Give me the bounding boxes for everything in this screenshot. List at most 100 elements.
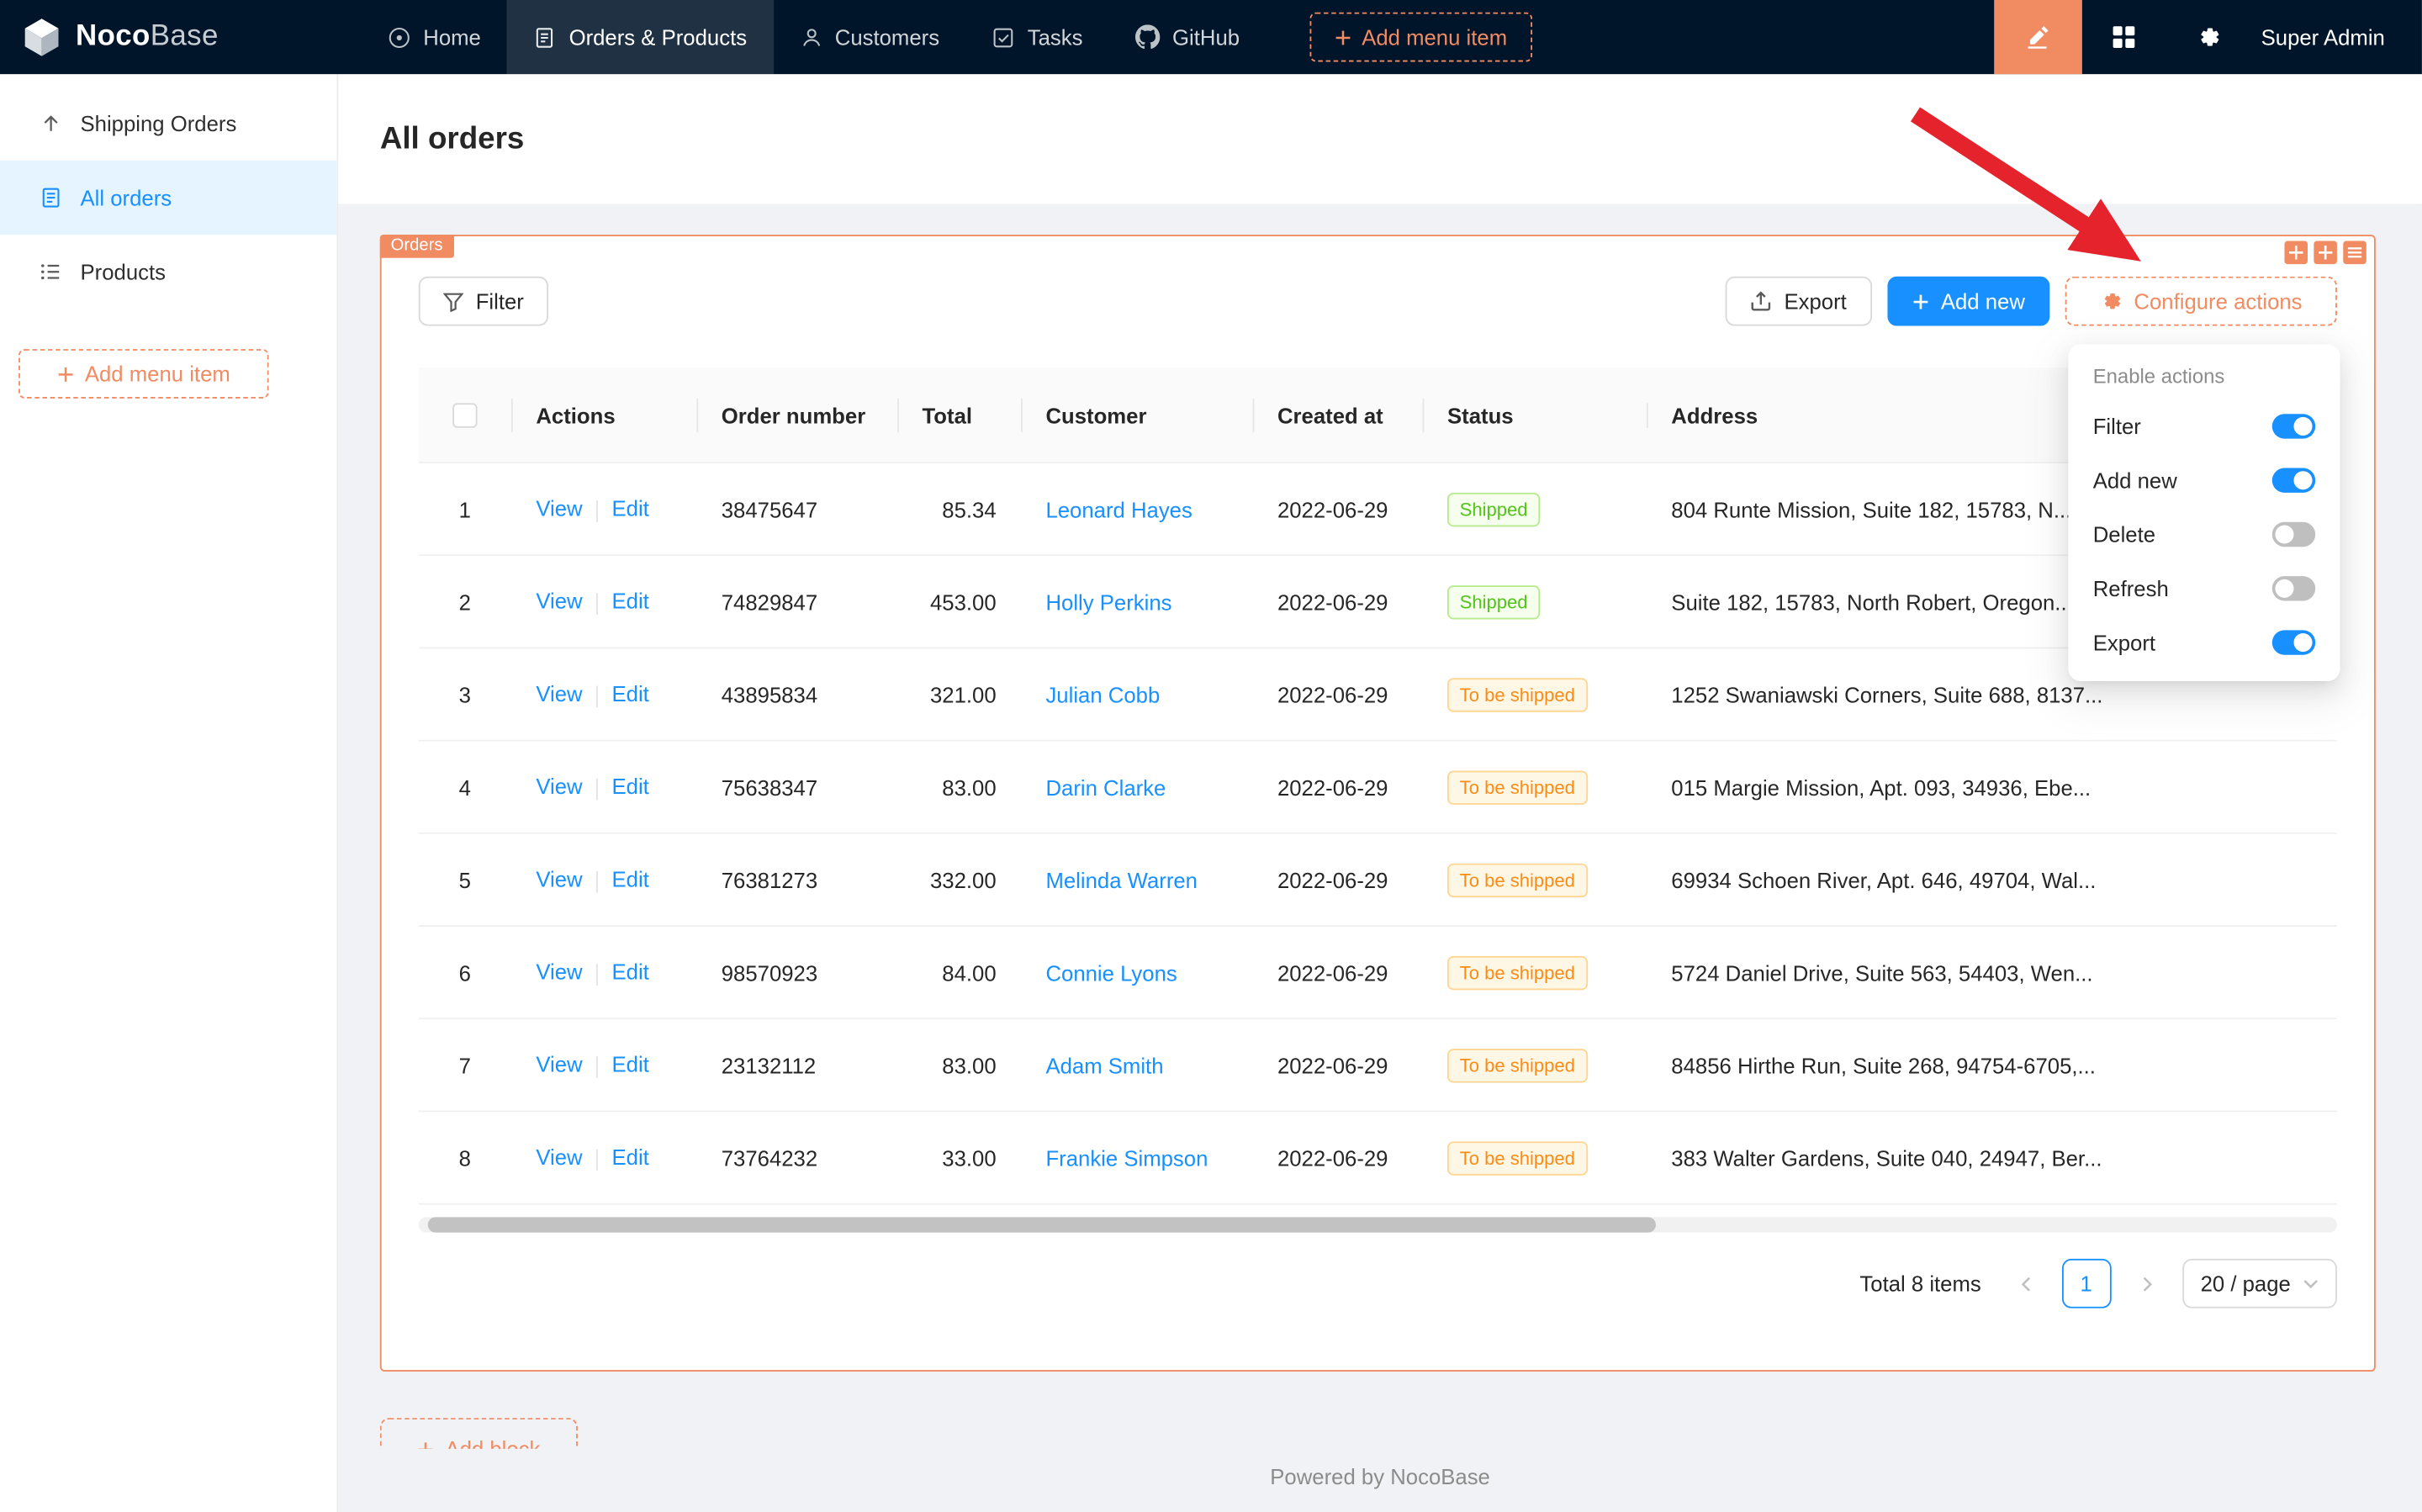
column-header-total: Total — [897, 402, 1021, 426]
column-header-created-at: Created at — [1253, 402, 1423, 426]
menu-item-label: Delete — [2093, 521, 2155, 546]
sidebar-item-shipping-orders[interactable]: Shipping Orders — [0, 87, 336, 161]
total-cell: 85.34 — [897, 496, 1021, 521]
view-link[interactable]: View — [536, 496, 582, 521]
arrow-up-icon — [40, 113, 62, 135]
plugin-manager-button[interactable] — [2082, 0, 2167, 74]
toggle-switch[interactable] — [2272, 413, 2315, 437]
previous-page-button[interactable] — [2002, 1261, 2049, 1307]
nav-item-tasks[interactable]: Tasks — [965, 0, 1108, 74]
customer-link[interactable]: Adam Smith — [1045, 1053, 1163, 1077]
edit-link[interactable]: Edit — [612, 496, 649, 521]
customer-link[interactable]: Frankie Simpson — [1045, 1145, 1208, 1170]
filter-button[interactable]: Filter — [419, 277, 549, 326]
file-icon — [40, 187, 62, 209]
action-divider — [596, 778, 598, 800]
action-divider — [596, 1056, 598, 1078]
ui-editor-button[interactable] — [1994, 0, 2082, 74]
block-menu-icon[interactable] — [2343, 241, 2366, 265]
toggle-switch[interactable] — [2272, 629, 2315, 653]
page-size-select[interactable]: 20 / page — [2182, 1259, 2337, 1308]
export-icon — [1750, 290, 1772, 312]
row-actions-cell: View Edit — [511, 867, 696, 892]
view-link[interactable]: View — [536, 960, 582, 984]
customer-link[interactable]: Connie Lyons — [1045, 960, 1177, 985]
edit-link[interactable]: Edit — [612, 589, 649, 613]
address-cell: 383 Walter Gardens, Suite 040, 24947, Be… — [1647, 1145, 2337, 1170]
customer-link[interactable]: Holly Perkins — [1045, 589, 1171, 614]
add-block-button[interactable]: Add block — [380, 1418, 578, 1449]
edit-link[interactable]: Edit — [612, 1145, 649, 1170]
toggle-switch[interactable] — [2272, 575, 2315, 600]
table-row: 7 ViewEdit 23132112 83.00 Adam Smith 202… — [419, 1019, 2337, 1112]
view-link[interactable]: View — [536, 682, 582, 706]
customer-cell: Julian Cobb — [1021, 682, 1253, 706]
view-link[interactable]: View — [536, 589, 582, 613]
order-number-cell: 76381273 — [696, 867, 897, 891]
total-cell: 453.00 — [897, 589, 1021, 614]
configure-actions-button[interactable]: Configure actions — [2065, 277, 2337, 326]
customer-link[interactable]: Leonard Hayes — [1045, 496, 1192, 521]
customer-link[interactable]: Darin Clarke — [1045, 775, 1166, 799]
nav-item-orders-products[interactable]: Orders & Products — [507, 0, 773, 74]
add-menu-item-label: Add menu item — [85, 362, 230, 386]
status-badge: To be shipped — [1447, 677, 1588, 711]
row-index: 1 — [419, 496, 511, 521]
page-number-button[interactable]: 1 — [2061, 1259, 2111, 1308]
order-number-cell: 38475647 — [696, 496, 897, 521]
edit-link[interactable]: Edit — [612, 682, 649, 706]
nav-item-customers[interactable]: Customers — [773, 0, 965, 74]
edit-link[interactable]: Edit — [612, 867, 649, 891]
view-link[interactable]: View — [536, 1052, 582, 1076]
add-menu-item-button-sidebar[interactable]: Add menu item — [19, 349, 269, 399]
sidebar-item-products[interactable]: Products — [0, 235, 336, 309]
page-size-value: 20 / page — [2201, 1271, 2291, 1296]
table-row: 8 ViewEdit 73764232 33.00 Frankie Simpso… — [419, 1112, 2337, 1204]
scrollbar-thumb[interactable] — [428, 1217, 1656, 1232]
configure-menu-item[interactable]: Export — [2075, 615, 2335, 669]
next-page-button[interactable] — [2123, 1261, 2170, 1307]
settings-button[interactable] — [2167, 0, 2252, 74]
nav-item-github[interactable]: GitHub — [1109, 0, 1267, 74]
toggle-switch[interactable] — [2272, 468, 2315, 492]
select-all-checkbox[interactable] — [452, 402, 477, 426]
add-menu-item-button-navbar[interactable]: Add menu item — [1309, 13, 1532, 62]
edit-link[interactable]: Edit — [612, 960, 649, 984]
order-number-cell: 75638347 — [696, 775, 897, 799]
sidebar-item-all-orders[interactable]: All orders — [0, 161, 336, 235]
configure-menu-item[interactable]: Add new — [2075, 452, 2335, 506]
toggle-switch[interactable] — [2272, 521, 2315, 546]
configure-menu-item[interactable]: Refresh — [2075, 561, 2335, 615]
add-new-button[interactable]: Add new — [1887, 277, 2050, 326]
address-cell: 69934 Schoen River, Apt. 646, 49704, Wal… — [1647, 867, 2337, 891]
block-collection-tag: Orders — [380, 235, 453, 258]
table-body: 1 ViewEdit 38475647 85.34 Leonard Hayes … — [419, 463, 2337, 1205]
edit-link[interactable]: Edit — [612, 775, 649, 799]
user-menu[interactable]: Super Admin — [2252, 24, 2422, 49]
order-number-cell: 73764232 — [696, 1145, 897, 1170]
brand[interactable]: NocoBase — [0, 17, 340, 57]
status-badge: To be shipped — [1447, 770, 1588, 804]
customer-link[interactable]: Julian Cobb — [1045, 682, 1160, 706]
export-button[interactable]: Export — [1726, 277, 1872, 326]
add-action-icon[interactable] — [2314, 241, 2337, 265]
pagination: Total 8 items 1 20 / page — [382, 1259, 2374, 1308]
orders-table-block: Orders Filter Export — [380, 235, 2376, 1372]
customer-cell: Adam Smith — [1021, 1053, 1253, 1077]
created-at-cell: 2022-06-29 — [1253, 682, 1423, 706]
view-link[interactable]: View — [536, 867, 582, 891]
edit-link[interactable]: Edit — [612, 1052, 649, 1076]
gear-icon — [2197, 24, 2221, 49]
block-designer-toolbar — [2284, 241, 2366, 265]
funnel-icon — [443, 291, 463, 311]
column-header-customer: Customer — [1021, 402, 1253, 426]
configure-menu-item[interactable]: Delete — [2075, 506, 2335, 560]
add-field-icon[interactable] — [2284, 241, 2308, 265]
nav-item-home[interactable]: Home — [362, 0, 507, 74]
table-header-row: Actions Order number Total Customer Crea… — [419, 367, 2337, 463]
customer-link[interactable]: Melinda Warren — [1045, 867, 1198, 891]
view-link[interactable]: View — [536, 775, 582, 799]
row-actions-cell: View Edit — [511, 1145, 696, 1171]
view-link[interactable]: View — [536, 1145, 582, 1170]
configure-menu-item[interactable]: Filter — [2075, 399, 2335, 452]
